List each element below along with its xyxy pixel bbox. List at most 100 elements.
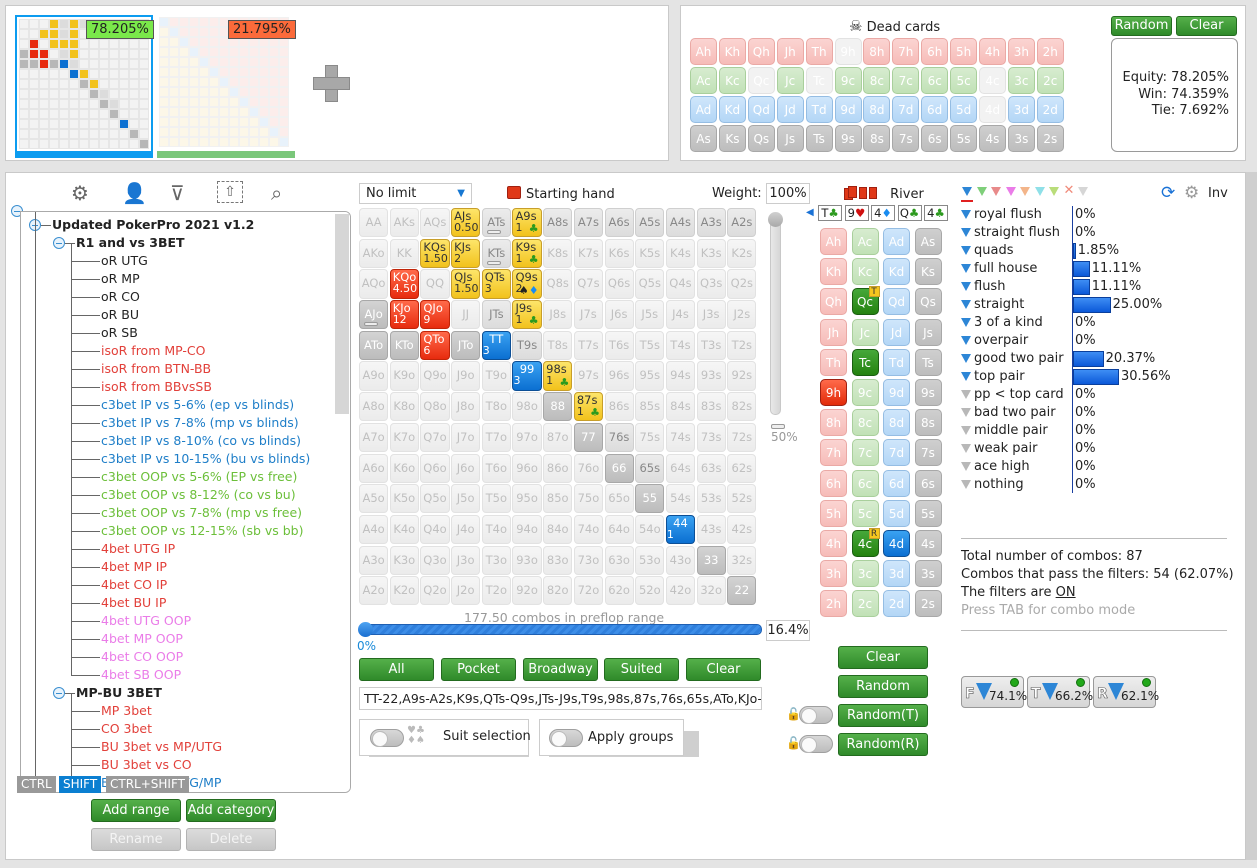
board-card-Kd[interactable]: Kd	[883, 258, 910, 286]
hand-cell-44[interactable]: 44 1	[665, 514, 696, 545]
hand-cell-84s[interactable]: 84s	[665, 392, 696, 422]
hand-cell-Q8s[interactable]: Q8s	[543, 269, 573, 299]
hand-cell-K9s[interactable]: K9s 1 ♣	[512, 238, 542, 268]
hand-cell-42o[interactable]: 42o	[665, 576, 696, 606]
hand-cell-53o[interactable]: 53o	[635, 545, 665, 575]
board-card-9s[interactable]: 9s	[914, 379, 942, 406]
lock-river-toggle[interactable]	[799, 735, 833, 753]
dead-card-7s[interactable]: 7s	[892, 125, 920, 152]
dead-card-Qh[interactable]: Qh	[747, 38, 775, 65]
board-card-3s[interactable]: 3s	[914, 560, 942, 588]
hand-cell-42s[interactable]: 42s	[727, 514, 757, 545]
hand-cell-T9o[interactable]: T9o	[481, 361, 511, 391]
lock-turn-toggle[interactable]	[799, 706, 833, 724]
hand-cell-J4s[interactable]: J4s	[665, 300, 696, 330]
hand-cell-T8o[interactable]: T8o	[481, 392, 511, 422]
hand-cell-J8s[interactable]: J8s	[543, 300, 573, 330]
hand-cell-K6o[interactable]: K6o	[389, 453, 419, 483]
hand-cell-A5o[interactable]: A5o	[359, 484, 389, 514]
hand-cell-A9o[interactable]: A9o	[359, 361, 389, 391]
hand-cell-53s[interactable]: 53s	[696, 484, 726, 514]
preset-broadway-button[interactable]: Broadway	[523, 658, 598, 681]
dead-card-Ks[interactable]: Ks	[718, 125, 746, 152]
tree-item[interactable]: 4bet MP OOP	[101, 630, 183, 648]
preset-pocket-button[interactable]: Pocket	[441, 658, 516, 681]
filter-funnel-icon[interactable]	[961, 246, 971, 255]
hand-cell-T7s[interactable]: T7s	[573, 330, 603, 360]
filter-funnel-icon[interactable]	[961, 300, 971, 309]
hand-cell-75o[interactable]: 75o	[573, 484, 603, 514]
filter-funnel-icon[interactable]	[961, 372, 971, 381]
search-icon[interactable]: ⌕	[271, 181, 282, 205]
dead-card-5c[interactable]: 5c	[950, 67, 978, 94]
hand-cell-A3o[interactable]: A3o	[359, 545, 389, 575]
filter-funnel-icon[interactable]	[961, 336, 971, 345]
hand-cell-43o[interactable]: 43o	[665, 545, 696, 575]
hand-cell-T2o[interactable]: T2o	[481, 576, 511, 606]
board-card-7d[interactable]: 7d	[883, 439, 910, 467]
hand-cell-J5s[interactable]: J5s	[635, 300, 665, 330]
filter-row-label[interactable]: good two pair	[961, 350, 1064, 368]
hand-cell-Q7o[interactable]: Q7o	[420, 422, 450, 452]
filter-tab-1-icon[interactable]	[976, 187, 987, 196]
hand-cell-Q7s[interactable]: Q7s	[573, 269, 603, 299]
range-slider-thumb[interactable]	[358, 622, 373, 637]
hand-cell-T6s[interactable]: T6s	[604, 330, 634, 360]
hand-cell-64s[interactable]: 64s	[665, 453, 696, 483]
dead-card-3c[interactable]: 3c	[1007, 67, 1035, 94]
tree-item[interactable]: oR UTG	[101, 252, 148, 270]
hand-cell-ATo[interactable]: ATo	[359, 330, 389, 360]
dead-card-7d[interactable]: 7d	[892, 96, 920, 123]
dead-card-Jd[interactable]: Jd	[776, 96, 804, 123]
hand-cell-64o[interactable]: 64o	[604, 514, 634, 545]
dead-card-7h[interactable]: 7h	[892, 38, 920, 65]
hand-cell-83s[interactable]: 83s	[696, 392, 726, 422]
hand-cell-88[interactable]: 88	[543, 392, 573, 422]
filter-row-label[interactable]: nothing	[961, 476, 1024, 494]
add-player-icon[interactable]	[313, 65, 350, 102]
filter-funnel-icon[interactable]	[961, 390, 971, 399]
dead-card-Tc[interactable]: Tc	[805, 67, 833, 94]
filter-row-label[interactable]: overpair	[961, 332, 1028, 350]
street-badge-T[interactable]: T 66.2%	[1027, 676, 1093, 708]
delete-button[interactable]: Delete	[186, 828, 276, 851]
dead-card-8d[interactable]: 8d	[863, 96, 891, 123]
filter-row-label[interactable]: top pair	[961, 368, 1025, 386]
suit-selection-toggle[interactable]	[370, 729, 404, 747]
board-card-8h[interactable]: 8h	[820, 409, 847, 437]
filter-status-toggle[interactable]: ON	[1056, 585, 1076, 600]
hand-cell-87s[interactable]: 87s 1 ♣	[573, 392, 603, 422]
dead-card-6d[interactable]: 6d	[921, 96, 949, 123]
hand-cell-96s[interactable]: 96s	[604, 361, 634, 391]
board-card-Kh[interactable]: Kh	[820, 258, 847, 286]
hand-cell-J3o[interactable]: J3o	[451, 545, 481, 575]
hand-cell-AA[interactable]: AA	[359, 208, 389, 238]
tree-item[interactable]: 4bet MP IP	[101, 558, 167, 576]
tree-item[interactable]: 4bet UTG OOP	[101, 612, 191, 630]
hand-cell-K4o[interactable]: K4o	[389, 514, 419, 545]
board-card-9h[interactable]: 9h	[820, 379, 847, 406]
board-card-8d[interactable]: 8d	[883, 409, 910, 437]
dead-card-Kd[interactable]: Kd	[718, 96, 746, 123]
add-category-button[interactable]: Add category	[186, 799, 276, 822]
tree-item[interactable]: 4bet BU IP	[101, 594, 166, 612]
hand-cell-84o[interactable]: 84o	[543, 514, 573, 545]
filter-row-label[interactable]: quads	[961, 242, 1013, 260]
board-card-8s[interactable]: 8s	[914, 409, 942, 437]
hand-cell-A3s[interactable]: A3s	[696, 208, 726, 238]
board-card-2h[interactable]: 2h	[820, 590, 847, 618]
board-card[interactable]: T♣	[818, 205, 842, 221]
dead-card-Qc[interactable]: Qc	[747, 67, 775, 94]
filter-tab-6-icon[interactable]	[1049, 187, 1059, 196]
board-card-Th[interactable]: Th	[820, 348, 847, 376]
hand-cell-AKs[interactable]: AKs	[389, 208, 419, 238]
dead-card-5s[interactable]: 5s	[950, 125, 978, 152]
hand-cell-83o[interactable]: 83o	[543, 545, 573, 575]
dead-card-4c[interactable]: 4c	[979, 67, 1006, 94]
hand-cell-KQo[interactable]: KQo 4.50	[389, 269, 419, 299]
hand-cell-T8s[interactable]: T8s	[543, 330, 573, 360]
hand-cell-QTs[interactable]: QTs 3	[481, 269, 511, 299]
range-text-input[interactable]: TT-22,A9s-A2s,K9s,QTs-Q9s,JTs-J9s,T9s,98…	[359, 687, 762, 710]
dead-card-Js[interactable]: Js	[776, 125, 804, 152]
board-random-button[interactable]: Random	[838, 675, 928, 698]
